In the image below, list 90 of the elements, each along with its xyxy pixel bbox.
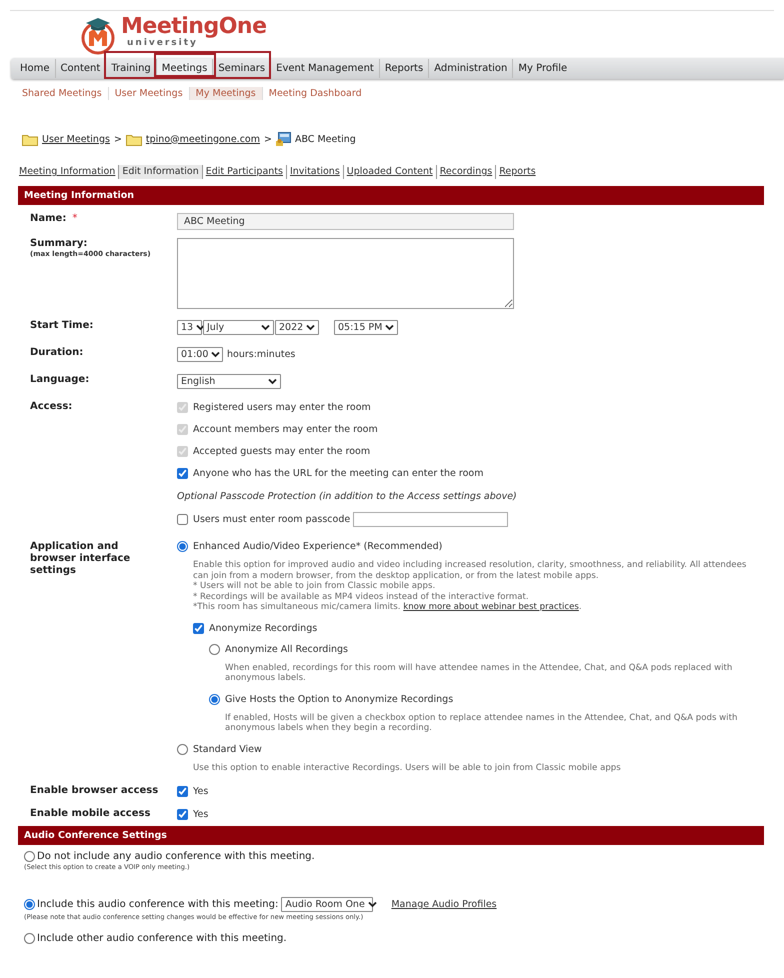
option-description: When enabled, recordings for this room will have attendee names in the Attendee, Chat, and Q&A pods replaced with anonymous labels.: [225, 662, 734, 684]
option-description: Use this option to enable interactive Recordings. Users will be able to join from Classic mobile apps: [193, 762, 622, 773]
breadcrumb-current: ABC Meeting: [294, 134, 356, 144]
radio-button[interactable]: [177, 744, 188, 754]
radio-label: Include other audio conference with this meeting.: [37, 933, 287, 944]
radio-button[interactable]: [209, 644, 220, 654]
passcode-field[interactable]: [353, 512, 508, 527]
checkbox-label: Users must enter room passcode: [193, 514, 350, 525]
page-tab[interactable]: Reports: [495, 165, 539, 179]
checkbox-label: Registered users may enter the room: [193, 402, 371, 412]
nav-tab[interactable]: Seminars: [212, 59, 270, 78]
radio-label: Enhanced Audio/Video Experience* (Recommended): [193, 541, 442, 552]
field-label: Duration:: [30, 347, 84, 360]
chevron-icon: [211, 351, 220, 358]
field-label: Language:: [30, 374, 90, 387]
checkbox[interactable]: [177, 468, 188, 478]
breadcrumb-link[interactable]: tpino@meetingone.com: [146, 134, 260, 144]
time-select[interactable]: 05:15 PM: [334, 320, 398, 335]
chevron-icon: [268, 378, 277, 385]
radio-button[interactable]: [209, 694, 220, 704]
option-description: Enable this option for improved audio and video including increased resolution, clarity, smoothness, and reliability. All attendees can join from a modern browser, from the desktop application, or from the latest mobile apps. * Users will not be able to join from Classic mobile apps. * Recordings will be available as MP4 videos instead of the interactive format. *This room has simultaneous mic/camera limits. know more about webinar best practices.: [193, 560, 748, 612]
folder-icon: [126, 132, 142, 146]
nav-tab[interactable]: Administration: [428, 59, 512, 78]
checkbox[interactable]: [193, 622, 204, 634]
logo-tagline: university: [127, 39, 199, 47]
chevron-icon: [368, 901, 377, 908]
section-header: Meeting Information: [18, 186, 764, 205]
section-header: Audio Conference Settings: [18, 826, 764, 845]
field-label: Summary:: [30, 238, 88, 250]
field-label: Enable browser access: [30, 785, 160, 797]
radio-label: Anonymize All Recordings: [225, 644, 348, 654]
meeting-icon: [276, 132, 291, 146]
chevron-icon: [196, 324, 206, 331]
folder-icon: [22, 132, 38, 146]
radio-label: Include this audio conference with this meeting:: [37, 899, 278, 910]
page-tab[interactable]: Recordings: [436, 165, 496, 179]
radio-button[interactable]: [24, 933, 35, 944]
language-select[interactable]: English: [177, 374, 281, 389]
nav-tab[interactable]: My Profile: [512, 59, 572, 78]
breadcrumb-link[interactable]: User Meetings: [42, 134, 110, 144]
page-tab[interactable]: Edit Information: [118, 165, 202, 179]
page-tab[interactable]: Meeting Information: [18, 165, 118, 179]
nav-tab[interactable]: Home: [15, 59, 55, 78]
month-select[interactable]: July: [203, 320, 274, 335]
help-link[interactable]: know more about webinar best practices: [403, 602, 579, 612]
radio-button[interactable]: [24, 851, 35, 862]
required-mark: *: [72, 213, 78, 224]
manage-profiles-link[interactable]: Manage Audio Profiles: [391, 899, 497, 910]
summary-field[interactable]: [177, 238, 514, 309]
page-tab[interactable]: Invitations: [286, 165, 343, 179]
chevron-icon: [306, 324, 316, 331]
checkbox-label: Account members may enter the room: [193, 424, 378, 434]
year-select[interactable]: 2022: [275, 320, 319, 335]
subnav-link[interactable]: Meeting Dashboard: [262, 86, 368, 100]
radio-button[interactable]: [177, 541, 188, 552]
checkbox-label: Anonymize Recordings: [209, 622, 318, 634]
checkbox-label: Anyone who has the URL for the meeting can enter the room: [193, 468, 484, 478]
radio-button[interactable]: [24, 899, 35, 910]
logo-text: MeetingOne: [121, 15, 266, 39]
breadcrumb-separator: >: [264, 134, 272, 144]
unit-label: hours:minutes: [227, 349, 296, 360]
checkbox-label: Accepted guests may enter the room: [193, 446, 370, 456]
nav-tab[interactable]: Content: [54, 59, 106, 78]
field-label: Enable mobile access: [30, 808, 152, 820]
chevron-icon: [385, 324, 394, 331]
field-label: Application and browser interface settings: [30, 541, 132, 578]
subnav-link[interactable]: My Meetings: [188, 86, 262, 100]
chevron-icon: [261, 324, 270, 331]
checkbox[interactable]: [177, 808, 188, 820]
day-select[interactable]: 13: [177, 320, 202, 335]
radio-label: Do not include any audio conference with this meeting.: [37, 851, 315, 862]
radio-label: Give Hosts the Option to Anonymize Recordings: [225, 694, 454, 704]
page-tab[interactable]: Edit Participants: [202, 165, 286, 179]
field-label: Start Time:: [30, 320, 94, 333]
breadcrumb-separator: >: [114, 134, 122, 144]
field-label: Access:: [30, 401, 74, 414]
radio-label: Standard View: [193, 744, 262, 754]
field-label: Name:: [30, 213, 66, 224]
option-description: If enabled, Hosts will be given a checkbox option to replace attendee names in the Attendee, Chat, and Q&A pods with anonymous labels when they begin a recording.: [225, 712, 738, 734]
name-field[interactable]: ABC Meeting: [177, 213, 514, 230]
checkbox[interactable]: [177, 514, 188, 525]
nav-tab[interactable]: Reports: [378, 59, 428, 78]
passcode-note: Optional Passcode Protection (in addition to the Access settings above): [177, 491, 518, 502]
duration-select[interactable]: 01:00: [177, 347, 223, 362]
checkbox-label: Yes: [193, 808, 208, 820]
checkbox[interactable]: [177, 786, 188, 796]
subnav-link[interactable]: Shared Meetings: [22, 86, 108, 100]
checkbox-label: Yes: [193, 786, 208, 796]
page-tab[interactable]: Uploaded Content: [342, 165, 436, 179]
nav-tab[interactable]: Event Management: [270, 59, 379, 78]
